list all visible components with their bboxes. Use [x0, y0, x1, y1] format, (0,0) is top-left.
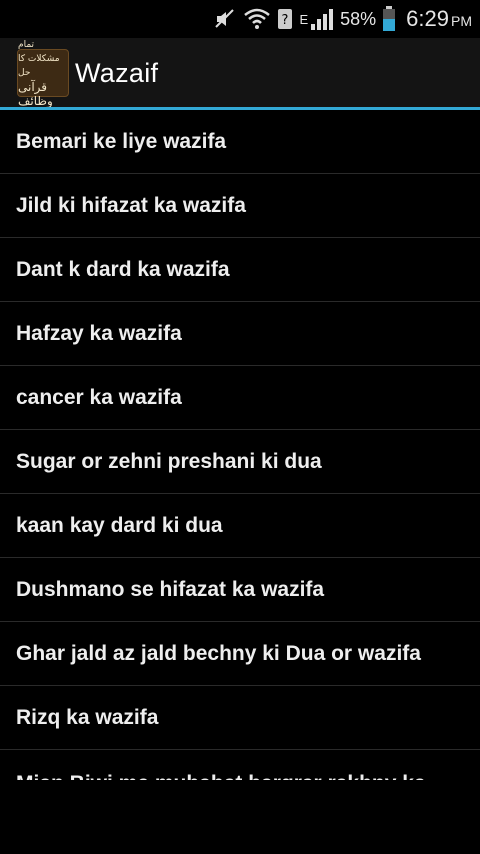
list-item-label: Jild ki hifazat ka wazifa — [16, 193, 246, 217]
wifi-icon — [243, 7, 271, 31]
list-item[interactable]: Bemari ke liye wazifa — [0, 110, 480, 174]
app-icon[interactable]: تمام مشکلات کا حل قرآنی وظائف — [17, 40, 69, 108]
list-item[interactable]: Ghar jald az jald bechny ki Dua or wazif… — [0, 622, 480, 686]
clock-time: 6:29 — [406, 6, 449, 31]
list-item-label: Sugar or zehni preshani ki dua — [16, 449, 322, 473]
battery-percent: 58% — [340, 8, 377, 29]
list-item-label: kaan kay dard ki dua — [16, 513, 223, 537]
list-item-label: Dushmano se hifazat ka wazifa — [16, 577, 325, 601]
list-item-label: Mian Biwi me muhabat barqrar rakhny ka — [16, 772, 426, 780]
unknown-sim-icon: ? — [277, 8, 293, 30]
list-item-label: Hafzay ka wazifa — [16, 321, 182, 345]
wazaif-list[interactable]: Bemari ke liye wazifa Jild ki hifazat ka… — [0, 110, 480, 780]
status-bar: ? E 58% 6:29 PM — [0, 0, 480, 38]
list-item-label: Ghar jald az jald bechny ki Dua or wazif… — [16, 641, 421, 665]
list-item[interactable]: Sugar or zehni preshani ki dua — [0, 430, 480, 494]
list-item[interactable]: Hafzay ka wazifa — [0, 302, 480, 366]
list-item[interactable]: Jild ki hifazat ka wazifa — [0, 174, 480, 238]
list-item-label: Dant k dard ka wazifa — [16, 257, 230, 281]
app-title: Wazaif — [75, 57, 159, 88]
signal-icon — [310, 8, 334, 30]
mute-icon — [213, 7, 237, 31]
clock: 6:29 PM — [406, 6, 472, 32]
list-item[interactable]: Rizq ka wazifa — [0, 686, 480, 750]
list-item-label: cancer ka wazifa — [16, 385, 182, 409]
list-item[interactable]: Dushmano se hifazat ka wazifa — [0, 558, 480, 622]
list-item[interactable]: Mian Biwi me muhabat barqrar rakhny ka — [0, 750, 480, 780]
list-item[interactable]: Dant k dard ka wazifa — [0, 238, 480, 302]
network-type-label: E — [299, 11, 309, 27]
list-item-label: Rizq ka wazifa — [16, 705, 159, 729]
app-icon-text-line1: تمام مشکلات کا حل — [18, 40, 60, 78]
app-icon-text-line2: قرآنی وظائف — [18, 80, 53, 108]
battery-icon — [382, 6, 396, 32]
action-bar: تمام مشکلات کا حل قرآنی وظائف Wazaif — [0, 38, 480, 108]
clock-ampm: PM — [451, 13, 472, 29]
svg-text:?: ? — [282, 13, 289, 28]
list-item[interactable]: kaan kay dard ki dua — [0, 494, 480, 558]
list-item[interactable]: cancer ka wazifa — [0, 366, 480, 430]
list-item-label: Bemari ke liye wazifa — [16, 129, 227, 153]
